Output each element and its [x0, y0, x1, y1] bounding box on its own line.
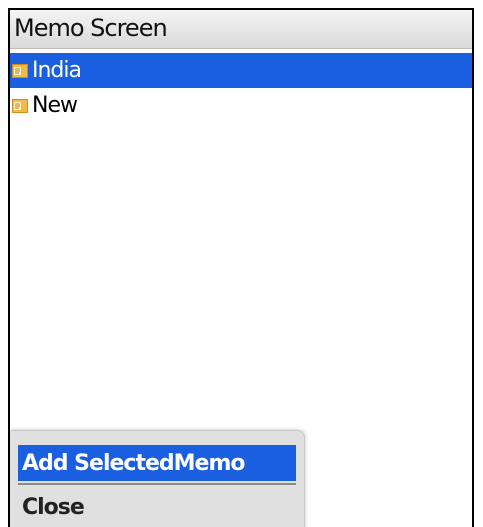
list-item-india[interactable]: India: [10, 53, 472, 88]
device-screen: Memo Screen India New Add SelectedMemo C…: [8, 8, 474, 527]
menu-item-add-selected-memo[interactable]: Add SelectedMemo: [18, 445, 296, 481]
title-bar: Memo Screen: [10, 10, 472, 49]
memo-icon: [12, 98, 28, 113]
context-menu: Add SelectedMemo Close: [10, 430, 305, 527]
screen-title: Memo Screen: [14, 14, 168, 42]
menu-separator: [18, 483, 296, 485]
list-item-label: India: [32, 58, 82, 83]
menu-item-close[interactable]: Close: [18, 489, 296, 525]
list-item-label: New: [32, 93, 78, 118]
memo-list: India New: [10, 53, 472, 123]
list-item-new[interactable]: New: [10, 88, 472, 123]
memo-icon: [12, 63, 28, 78]
